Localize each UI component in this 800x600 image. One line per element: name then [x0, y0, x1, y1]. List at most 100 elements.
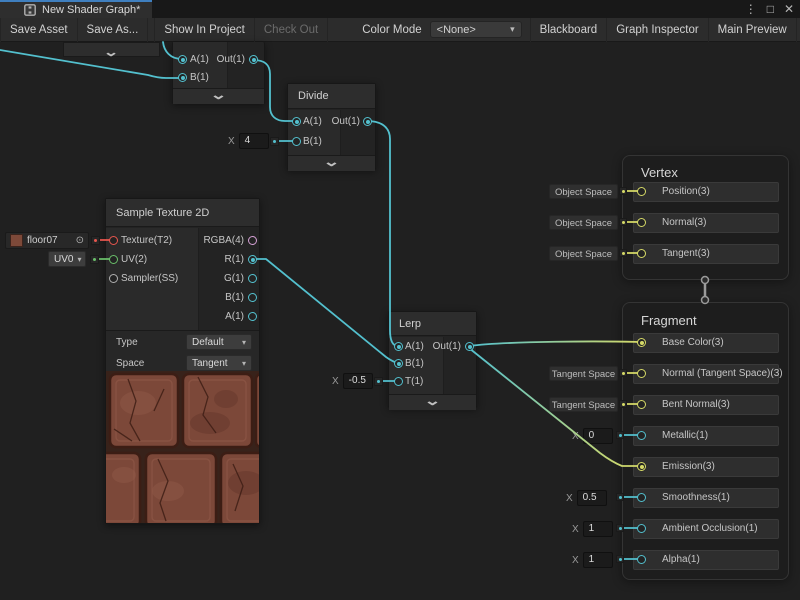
- input-port-a[interactable]: [178, 55, 187, 64]
- fragment-row-alpha[interactable]: Alpha(1): [633, 550, 779, 570]
- fragment-row-base-color[interactable]: Base Color(3): [633, 333, 779, 353]
- block-port[interactable]: [637, 555, 646, 564]
- input-port-t[interactable]: [394, 377, 403, 386]
- save-as-button[interactable]: Save As...: [78, 18, 149, 42]
- output-port-a[interactable]: [248, 312, 257, 321]
- input-port-sampler[interactable]: [109, 274, 118, 283]
- chevron-down-icon[interactable]: ⌄: [424, 395, 441, 407]
- node-title[interactable]: Lerp: [389, 312, 476, 336]
- blackboard-toggle-button[interactable]: Blackboard: [530, 18, 608, 42]
- input-port-b[interactable]: [292, 137, 301, 146]
- fragment-row-metallic[interactable]: Metallic(1): [633, 426, 779, 446]
- block-port[interactable]: [637, 369, 646, 378]
- alpha-default-field[interactable]: X 1: [572, 552, 613, 568]
- fragment-row-emission[interactable]: Emission(3): [633, 457, 779, 477]
- window-more-icon[interactable]: ⋮: [745, 0, 757, 18]
- block-port[interactable]: [637, 400, 646, 409]
- vertex-row-normal[interactable]: Normal(3): [633, 213, 779, 233]
- node-collapse-footer[interactable]: ⌄: [389, 394, 476, 410]
- window-maximize-icon[interactable]: □: [767, 0, 774, 18]
- block-port[interactable]: [637, 338, 646, 347]
- output-port[interactable]: [363, 117, 372, 126]
- fragment-row-smoothness[interactable]: Smoothness(1): [633, 488, 779, 508]
- port-label-texture: Texture(T2): [121, 235, 172, 247]
- fragment-block[interactable]: Fragment Base Color(3) Normal (Tangent S…: [622, 302, 789, 580]
- type-value: Default: [192, 337, 224, 348]
- x-value-input[interactable]: -0.5: [343, 373, 373, 389]
- block-port[interactable]: [637, 431, 646, 440]
- chevron-down-icon[interactable]: ⌄: [323, 156, 340, 168]
- space-pill[interactable]: Object Space: [549, 246, 618, 261]
- vertex-row-position[interactable]: Position(3): [633, 182, 779, 202]
- output-port-g[interactable]: [248, 274, 257, 283]
- node-title[interactable]: Sample Texture 2D: [106, 199, 259, 227]
- block-port[interactable]: [637, 462, 646, 471]
- chevron-down-icon[interactable]: ⌄: [210, 89, 227, 101]
- fragment-row-ambient-occlusion[interactable]: Ambient Occlusion(1): [633, 519, 779, 539]
- space-dropdown[interactable]: Tangent ▾: [186, 355, 252, 371]
- vertex-block[interactable]: Vertex Position(3) Normal(3) Tangent(3): [622, 155, 789, 280]
- node-collapse-footer[interactable]: ⌄: [288, 155, 375, 171]
- input-port-uv[interactable]: [109, 255, 118, 264]
- x-value-input[interactable]: 4: [239, 133, 269, 149]
- collapsed-node-footer[interactable]: ⌄: [63, 42, 160, 57]
- fragment-row-normal[interactable]: Normal (Tangent Space)(3): [633, 364, 779, 384]
- x-label: X: [566, 493, 573, 504]
- smoothness-default-field[interactable]: X 0.5: [566, 490, 607, 506]
- block-port[interactable]: [637, 524, 646, 533]
- x-value-input[interactable]: 0: [583, 428, 613, 444]
- texture-object-field[interactable]: floor07 ⊙: [5, 232, 89, 249]
- color-mode-dropdown[interactable]: <None> ▾: [430, 21, 522, 38]
- node-title[interactable]: Divide: [288, 84, 375, 109]
- block-port[interactable]: [637, 493, 646, 502]
- input-port-a[interactable]: [292, 117, 301, 126]
- output-port[interactable]: [249, 55, 258, 64]
- ambient-occlusion-default-field[interactable]: X 1: [572, 521, 613, 537]
- output-port-r[interactable]: [248, 255, 257, 264]
- output-port-rgba[interactable]: [248, 236, 257, 245]
- vertex-row-tangent[interactable]: Tangent(3): [633, 244, 779, 264]
- port-label-t: T(1): [405, 376, 423, 388]
- fragment-row-bent-normal[interactable]: Bent Normal(3): [633, 395, 779, 415]
- x-value-input[interactable]: 0.5: [577, 490, 607, 506]
- x-value-input[interactable]: 1: [583, 552, 613, 568]
- input-port-a[interactable]: [394, 342, 403, 351]
- window-close-icon[interactable]: ✕: [784, 0, 794, 18]
- space-pill[interactable]: Tangent Space: [549, 397, 618, 412]
- input-port-b[interactable]: [394, 359, 403, 368]
- node-collapse-footer[interactable]: ⌄: [173, 88, 264, 104]
- sample-texture-2d-node[interactable]: Sample Texture 2D Texture(T2) UV(2) Samp…: [105, 198, 260, 524]
- block-port[interactable]: [637, 218, 646, 227]
- block-port[interactable]: [637, 187, 646, 196]
- input-port-texture[interactable]: [109, 236, 118, 245]
- divide-node[interactable]: Divide A(1) B(1) Out(1) ⌄: [287, 83, 376, 170]
- x-value-input[interactable]: 1: [583, 521, 613, 537]
- object-picker-icon[interactable]: ⊙: [76, 235, 84, 246]
- show-in-project-button[interactable]: Show In Project: [154, 18, 255, 42]
- metallic-default-field[interactable]: X 0: [572, 428, 613, 444]
- x-label: X: [572, 555, 579, 566]
- main-preview-toggle-button[interactable]: Main Preview: [709, 18, 797, 42]
- graph-inspector-toggle-button[interactable]: Graph Inspector: [607, 18, 708, 42]
- output-port-b[interactable]: [248, 293, 257, 302]
- default-port-dot: [91, 236, 100, 245]
- save-asset-button[interactable]: Save Asset: [0, 18, 78, 42]
- port-label-a: A(1): [166, 311, 244, 323]
- chevron-down-icon[interactable]: ⌄: [103, 45, 119, 59]
- block-port[interactable]: [637, 249, 646, 258]
- output-port[interactable]: [465, 342, 474, 351]
- divide-b-default-field[interactable]: X 4: [228, 133, 269, 149]
- type-dropdown[interactable]: Default ▾: [186, 334, 252, 350]
- add-node[interactable]: A(1) B(1) Out(1) ⌄: [172, 42, 265, 104]
- shader-graph-icon: [24, 4, 36, 16]
- port-label-b: B(1): [405, 358, 424, 370]
- input-port-b[interactable]: [178, 73, 187, 82]
- space-pill[interactable]: Object Space: [549, 184, 618, 199]
- uv-channel-dropdown[interactable]: UV0 ▾: [48, 251, 86, 267]
- lerp-node[interactable]: Lerp A(1) B(1) T(1) Out(1) ⌄: [388, 311, 477, 408]
- space-pill[interactable]: Object Space: [549, 215, 618, 230]
- lerp-t-default-field[interactable]: X -0.5: [332, 373, 373, 389]
- graph-tab[interactable]: New Shader Graph*: [0, 0, 152, 18]
- space-pill[interactable]: Tangent Space: [549, 366, 618, 381]
- type-label: Type: [116, 337, 138, 349]
